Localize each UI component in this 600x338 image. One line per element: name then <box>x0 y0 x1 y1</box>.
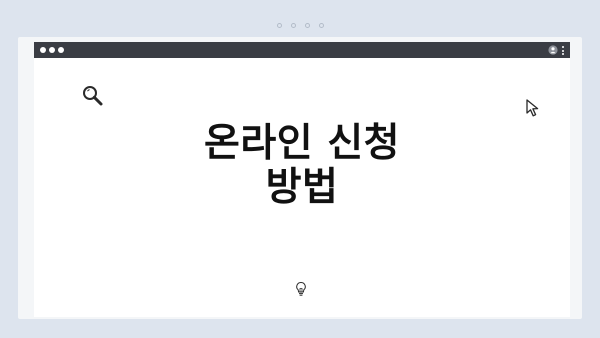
pagination-dot[interactable] <box>276 23 282 28</box>
pagination-dot[interactable] <box>304 23 310 28</box>
title-line-2: 방법 <box>265 165 339 210</box>
page-title: 온라인 신청 방법 <box>34 122 570 210</box>
window-controls <box>40 47 64 53</box>
pagination-dots <box>0 23 600 28</box>
kebab-menu-icon[interactable] <box>562 45 564 55</box>
window-control-dot[interactable] <box>49 47 55 53</box>
user-icon[interactable] <box>548 45 558 55</box>
search-icon <box>83 86 103 106</box>
window-control-dot[interactable] <box>58 47 64 53</box>
window-control-dot[interactable] <box>40 47 46 53</box>
cursor-icon <box>526 99 539 117</box>
title-line-1: 온라인 신청 <box>204 121 400 166</box>
window-titlebar <box>34 42 570 58</box>
pagination-dot[interactable] <box>318 23 324 28</box>
lightbulb-icon <box>296 281 306 296</box>
browser-window: 온라인 신청 방법 <box>34 42 570 317</box>
pagination-dot[interactable] <box>290 23 296 28</box>
titlebar-actions <box>548 45 564 55</box>
